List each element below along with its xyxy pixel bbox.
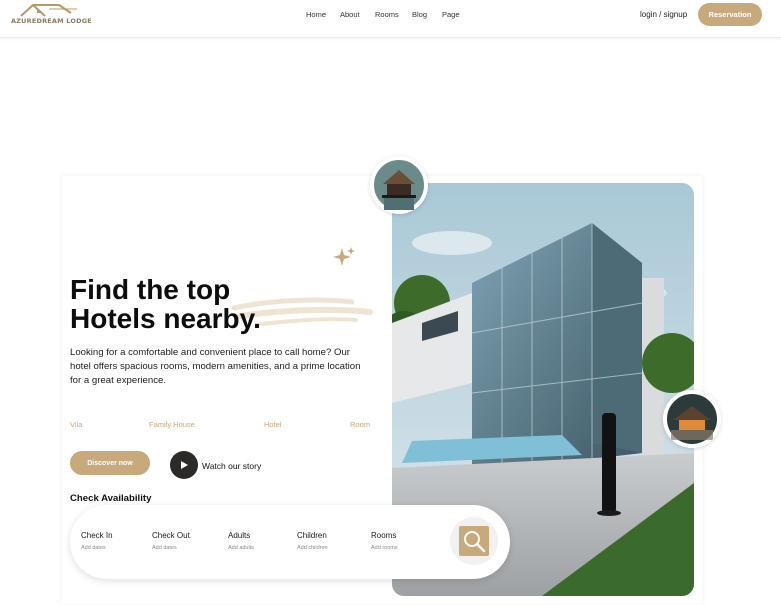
discover-now-button[interactable]: Discover now (70, 451, 150, 475)
search-button-wrap (450, 517, 498, 565)
rooms-placeholder: Add rooms (371, 545, 398, 551)
bungalow-thumbnail (370, 156, 428, 214)
headline-line-2: Hotels nearby. (70, 303, 261, 334)
check-availability-title: Check Availability (70, 493, 152, 504)
check-in-field[interactable]: Check In Add dates (81, 531, 113, 551)
sparkle-icon (332, 246, 356, 274)
brand-logo[interactable]: AZUREDREAM LODGE (11, 2, 92, 34)
check-out-label: Check Out (152, 531, 190, 540)
children-label: Children (297, 531, 327, 540)
play-icon (181, 461, 188, 469)
search-icon (464, 531, 486, 553)
nav-page[interactable]: Page (442, 10, 460, 19)
search-button[interactable] (459, 526, 489, 556)
nav-rooms[interactable]: Rooms (375, 10, 399, 19)
nav-blog[interactable]: Blog (412, 10, 427, 19)
category-family-house[interactable]: Family House (149, 420, 195, 429)
adults-field[interactable]: Adults Add adults (228, 531, 254, 551)
login-signup-link[interactable]: login / signup (640, 10, 687, 19)
hero-headline: Find the top Hotels nearby. (70, 275, 350, 333)
headline-line-1: Find the top (70, 274, 231, 305)
house-roof-icon (20, 3, 77, 17)
adults-placeholder: Add adults (228, 545, 254, 551)
brand-name: AZUREDREAM LODGE (11, 17, 92, 25)
category-vila[interactable]: Vila (70, 420, 82, 429)
nav-about[interactable]: About (340, 10, 360, 19)
rooms-field[interactable]: Rooms Add rooms (371, 531, 398, 551)
hero-description: Looking for a comfortable and convenient… (70, 347, 361, 386)
category-hotel[interactable]: Hotel (264, 420, 282, 429)
category-links: Vila Family House Hotel Room (70, 420, 380, 432)
check-in-label: Check In (81, 531, 113, 540)
reservation-button[interactable]: Reservation (698, 3, 762, 26)
check-out-placeholder: Add dates (152, 545, 177, 551)
top-nav: AZUREDREAM LODGE Home About Rooms Blog P… (0, 0, 781, 38)
play-button[interactable] (170, 451, 198, 479)
category-room[interactable]: Room (350, 420, 370, 429)
rooms-label: Rooms (371, 531, 397, 540)
children-placeholder: Add children (297, 545, 328, 551)
cabin-thumbnail (663, 390, 721, 448)
check-in-placeholder: Add dates (81, 545, 106, 551)
adults-label: Adults (228, 531, 251, 540)
children-field[interactable]: Children Add children (297, 531, 328, 551)
watch-story-link[interactable]: Watch our story (202, 461, 261, 471)
nav-home[interactable]: Home (306, 10, 326, 19)
booking-bar: Check In Add dates Check Out Add dates A… (70, 505, 510, 579)
check-out-field[interactable]: Check Out Add dates (152, 531, 190, 551)
